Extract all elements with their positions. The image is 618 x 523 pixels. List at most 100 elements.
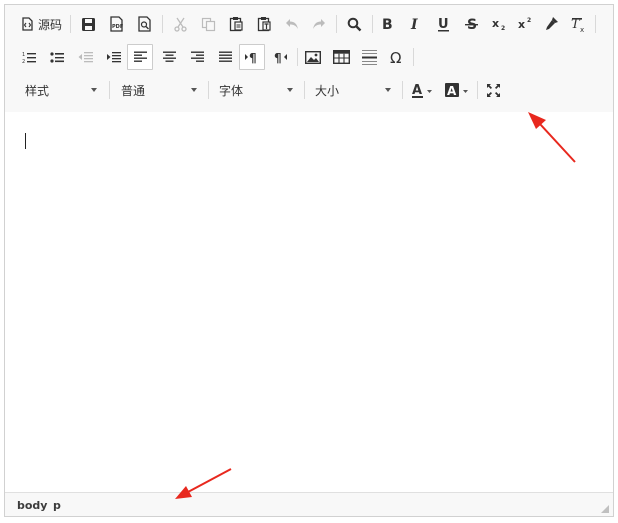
font-size-value: 大小: [315, 83, 340, 98]
clear-format-icon: Tx: [571, 17, 587, 32]
maximize-button[interactable]: [481, 77, 505, 103]
image-icon: [305, 50, 321, 64]
paste-button[interactable]: [223, 11, 249, 37]
italic-icon: I: [409, 17, 421, 31]
svg-text:¶: ¶: [249, 51, 257, 64]
bulleted-list-button[interactable]: [45, 44, 69, 70]
paste-text-button[interactable]: [251, 11, 277, 37]
clear-format-button[interactable]: Tx: [567, 11, 591, 37]
bold-icon: B: [381, 17, 393, 31]
numbered-list-button[interactable]: 12: [17, 44, 41, 70]
toolbar-row-2: 12 ¶ ¶ Ω: [5, 44, 613, 72]
svg-text:x: x: [492, 17, 499, 30]
toolbar-separator: [402, 81, 403, 99]
styles-combo[interactable]: 样式: [19, 77, 105, 103]
toolbar-separator: [372, 15, 373, 33]
ltr-icon: ¶: [245, 51, 259, 64]
svg-text:2: 2: [527, 17, 531, 24]
preview-icon: [137, 16, 152, 32]
toolbar-row-3: 样式 普通 字体 大小 A A: [5, 77, 613, 105]
align-center-icon: [162, 51, 176, 63]
bold-button[interactable]: B: [375, 11, 399, 37]
outdent-button[interactable]: [73, 44, 97, 70]
editor-toolbar: 源码 PDF B I U S x 2 x 2 T x 1 2 ¶ ¶ Ω 样式 …: [5, 5, 613, 113]
background-color-button[interactable]: A: [441, 77, 473, 103]
font-family-value: 字体: [219, 83, 244, 98]
superscript-button[interactable]: x2: [513, 11, 537, 37]
toolbar-separator: [162, 15, 163, 33]
preview-button[interactable]: [131, 11, 157, 37]
font-family-combo[interactable]: 字体: [213, 77, 301, 103]
svg-text:PDF: PDF: [112, 24, 123, 30]
toolbar-separator: [208, 81, 209, 99]
align-right-icon: [190, 51, 204, 63]
align-left-button[interactable]: [127, 44, 153, 70]
svg-text:U: U: [438, 17, 449, 32]
source-button[interactable]: 源码: [17, 11, 65, 37]
path-item-p[interactable]: p: [53, 499, 61, 512]
paragraph-format-combo[interactable]: 普通: [115, 77, 205, 103]
save-button[interactable]: [75, 11, 101, 37]
text-color-icon: A: [411, 83, 433, 98]
undo-button[interactable]: [279, 11, 305, 37]
text-direction-rtl-button[interactable]: ¶: [269, 44, 293, 70]
undo-icon: [285, 18, 300, 30]
strikethrough-button[interactable]: S: [459, 11, 483, 37]
insert-image-button[interactable]: [301, 44, 325, 70]
horizontal-rule-button[interactable]: [357, 44, 381, 70]
find-button[interactable]: [341, 11, 367, 37]
toolbar-separator: [304, 81, 305, 99]
text-direction-ltr-button[interactable]: ¶: [239, 44, 265, 70]
svg-text:¶: ¶: [274, 51, 282, 64]
subscript-button[interactable]: x2: [487, 11, 511, 37]
path-item-body[interactable]: body: [17, 499, 47, 512]
svg-text:x: x: [518, 18, 525, 31]
numbered-list-icon: 12: [22, 51, 37, 64]
italic-button[interactable]: I: [403, 11, 427, 37]
align-center-button[interactable]: [157, 44, 181, 70]
subscript-icon: x2: [492, 17, 507, 31]
svg-text:x: x: [580, 26, 584, 32]
editor-content-area[interactable]: [5, 112, 613, 492]
font-size-combo[interactable]: 大小: [309, 77, 399, 103]
cut-icon: [173, 17, 188, 32]
toolbar-separator: [109, 81, 110, 99]
resize-handle-icon[interactable]: [601, 505, 609, 513]
rich-text-editor: 源码 PDF B I U S x 2 x 2 T x 1 2 ¶ ¶ Ω 样式 …: [4, 4, 614, 517]
horizontal-rule-icon: [361, 49, 377, 65]
toolbar-separator: [336, 15, 337, 33]
special-character-button[interactable]: Ω: [385, 44, 409, 70]
special-char-icon: Ω: [390, 50, 405, 65]
svg-text:1: 1: [22, 52, 25, 58]
chevron-down-icon: [385, 88, 391, 92]
strikethrough-icon: S: [464, 17, 478, 32]
indent-button[interactable]: [101, 44, 125, 70]
toolbar-separator: [70, 15, 71, 33]
justify-icon: [218, 51, 232, 63]
chevron-down-icon: [91, 88, 97, 92]
chevron-down-icon: [191, 88, 197, 92]
underline-button[interactable]: U: [431, 11, 455, 37]
svg-text:2: 2: [22, 59, 25, 64]
svg-text:I: I: [410, 17, 418, 31]
text-color-button[interactable]: A: [407, 77, 437, 103]
save-icon: [81, 17, 96, 32]
redo-button[interactable]: [305, 11, 331, 37]
outdent-icon: [78, 51, 93, 64]
align-right-button[interactable]: [185, 44, 209, 70]
insert-table-button[interactable]: [329, 44, 353, 70]
format-painter-button[interactable]: [539, 11, 563, 37]
pdf-icon: PDF: [109, 16, 124, 32]
find-icon: [347, 17, 362, 32]
cut-button[interactable]: [167, 11, 193, 37]
export-pdf-button[interactable]: PDF: [103, 11, 129, 37]
rtl-icon: ¶: [274, 51, 288, 64]
format-painter-icon: [543, 16, 559, 32]
toolbar-separator: [595, 15, 596, 33]
element-path-bar: body p: [5, 492, 613, 516]
underline-icon: U: [437, 17, 450, 32]
styles-combo-value: 样式: [25, 83, 50, 98]
paragraph-format-value: 普通: [121, 83, 146, 98]
copy-button[interactable]: [195, 11, 221, 37]
justify-button[interactable]: [213, 44, 237, 70]
